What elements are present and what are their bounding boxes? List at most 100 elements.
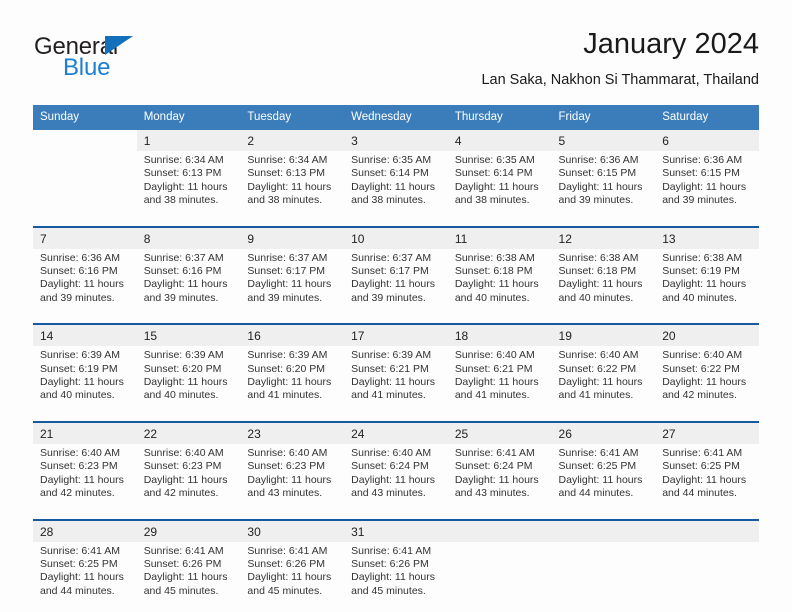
daynumber-cell[interactable]: 24 bbox=[344, 422, 448, 444]
daynumber-cell[interactable]: 11 bbox=[447, 227, 552, 249]
daylight-text-line1: Daylight: 11 hours bbox=[351, 571, 435, 584]
daylight-text-line2: and 40 minutes. bbox=[40, 389, 115, 402]
week-4-spacer bbox=[33, 502, 759, 519]
weekday-header-sunday: Sunday bbox=[33, 105, 137, 130]
daylight-text-line2: and 39 minutes. bbox=[40, 291, 115, 304]
daynumber-cell[interactable]: 21 bbox=[33, 422, 137, 444]
daynumber-cell[interactable]: 26 bbox=[551, 422, 656, 444]
daynumber-cell[interactable]: 23 bbox=[240, 422, 345, 444]
weekday-header-friday: Friday bbox=[551, 105, 656, 130]
daynumber-cell[interactable]: 17 bbox=[344, 325, 448, 347]
sunset-text: Sunset: 6:17 PM bbox=[247, 265, 326, 278]
daylight-text-line1: Daylight: 11 hours bbox=[40, 473, 124, 486]
day-detail-cell: Sunrise: 6:38 AM Sunset: 6:18 PM Dayligh… bbox=[551, 248, 656, 308]
daynumber-cell[interactable]: 25 bbox=[447, 422, 552, 444]
daynumber-cell bbox=[33, 130, 137, 151]
sunrise-text: Sunrise: 6:41 AM bbox=[662, 446, 743, 459]
daynumber-cell[interactable]: 4 bbox=[447, 130, 552, 151]
week-2-daynumber-row: 7 8 9 10 11 12 13 bbox=[33, 227, 759, 249]
sunrise-text: Sunrise: 6:37 AM bbox=[247, 251, 328, 264]
daylight-text-line2: and 44 minutes. bbox=[40, 584, 115, 597]
daynumber-cell[interactable]: 12 bbox=[551, 227, 656, 249]
daylight-text-line1: Daylight: 11 hours bbox=[247, 473, 332, 486]
sunrise-text: Sunrise: 6:39 AM bbox=[143, 349, 224, 362]
daynumber-cell[interactable]: 6 bbox=[655, 130, 759, 151]
daynumber-cell[interactable]: 3 bbox=[344, 130, 448, 151]
day-detail-cell: Sunrise: 6:41 AM Sunset: 6:25 PM Dayligh… bbox=[551, 443, 656, 503]
daynumber-cell[interactable]: 15 bbox=[136, 325, 241, 347]
day-detail-cell: Sunrise: 6:40 AM Sunset: 6:24 PM Dayligh… bbox=[344, 443, 448, 503]
day-detail-cell: Sunrise: 6:37 AM Sunset: 6:17 PM Dayligh… bbox=[344, 248, 448, 308]
sunset-text: Sunset: 6:15 PM bbox=[558, 167, 637, 180]
daylight-text-line2: and 39 minutes. bbox=[247, 291, 323, 304]
daylight-text-line1: Daylight: 11 hours bbox=[454, 473, 539, 486]
daynumber-cell[interactable]: 18 bbox=[447, 325, 552, 347]
sunrise-text: Sunrise: 6:38 AM bbox=[662, 251, 743, 264]
daynumber-cell[interactable]: 29 bbox=[136, 520, 241, 542]
sunset-text: Sunset: 6:13 PM bbox=[143, 167, 222, 180]
daylight-text-line1: Daylight: 11 hours bbox=[143, 473, 228, 486]
generalblue-logo[interactable]: General Blue bbox=[33, 34, 233, 94]
sunset-text: Sunset: 6:23 PM bbox=[40, 460, 118, 473]
sunset-text: Sunset: 6:24 PM bbox=[351, 460, 429, 473]
daynumber-cell[interactable]: 22 bbox=[136, 422, 241, 444]
daynumber-cell[interactable]: 13 bbox=[655, 227, 759, 249]
daynumber-cell[interactable]: 2 bbox=[240, 130, 345, 151]
daylight-text-line2: and 41 minutes. bbox=[351, 389, 426, 402]
sunset-text: Sunset: 6:16 PM bbox=[143, 265, 222, 278]
week-3-daynumber-row: 14 15 16 17 18 19 20 bbox=[33, 325, 759, 347]
daynumber-cell[interactable]: 19 bbox=[551, 325, 656, 347]
sunrise-text: Sunrise: 6:40 AM bbox=[662, 349, 743, 362]
daynumber-cell[interactable]: 16 bbox=[240, 325, 345, 347]
week-5-daynumber-row: 28 29 30 31 bbox=[33, 520, 759, 542]
day-detail-cell: Sunrise: 6:36 AM Sunset: 6:16 PM Dayligh… bbox=[33, 248, 137, 308]
daynumber-cell[interactable]: 10 bbox=[344, 227, 448, 249]
daylight-text-line1: Daylight: 11 hours bbox=[558, 473, 643, 486]
daynumber-cell[interactable]: 9 bbox=[240, 227, 345, 249]
daynumber-cell[interactable]: 14 bbox=[33, 325, 137, 347]
daylight-text-line1: Daylight: 11 hours bbox=[247, 376, 332, 389]
week-2-spacer bbox=[33, 307, 759, 324]
daylight-text-line2: and 42 minutes. bbox=[662, 389, 737, 402]
sunset-text: Sunset: 6:21 PM bbox=[351, 362, 429, 375]
daynumber-cell[interactable]: 27 bbox=[655, 422, 759, 444]
sunrise-text: Sunrise: 6:35 AM bbox=[351, 154, 432, 166]
sunset-text: Sunset: 6:16 PM bbox=[40, 265, 118, 278]
daynumber-cell[interactable]: 7 bbox=[33, 227, 137, 249]
daynumber-cell[interactable]: 20 bbox=[655, 325, 759, 347]
daynumber-cell[interactable]: 5 bbox=[551, 130, 656, 151]
sunset-text: Sunset: 6:25 PM bbox=[558, 460, 637, 473]
sunrise-text: Sunrise: 6:41 AM bbox=[351, 544, 432, 557]
day-detail-cell: Sunrise: 6:39 AM Sunset: 6:20 PM Dayligh… bbox=[136, 346, 241, 405]
day-detail-cell: Sunrise: 6:36 AM Sunset: 6:15 PM Dayligh… bbox=[655, 151, 759, 210]
page-title: January 2024 bbox=[583, 28, 759, 60]
sunset-text: Sunset: 6:15 PM bbox=[662, 167, 740, 180]
daylight-text-line2: and 38 minutes. bbox=[247, 194, 323, 207]
sunset-text: Sunset: 6:21 PM bbox=[454, 362, 533, 375]
day-detail-cell: Sunrise: 6:37 AM Sunset: 6:17 PM Dayligh… bbox=[240, 248, 345, 308]
daylight-text-line1: Daylight: 11 hours bbox=[558, 278, 643, 291]
sunset-text: Sunset: 6:24 PM bbox=[454, 460, 533, 473]
sunrise-text: Sunrise: 6:40 AM bbox=[40, 446, 120, 459]
sunset-text: Sunset: 6:13 PM bbox=[247, 167, 326, 180]
daylight-text-line1: Daylight: 11 hours bbox=[662, 278, 747, 291]
daylight-text-line2: and 43 minutes. bbox=[351, 487, 426, 500]
daynumber-cell[interactable]: 31 bbox=[344, 520, 448, 542]
day-detail-cell bbox=[655, 541, 759, 601]
calendar-body: 1 2 3 4 5 6 Sunrise: 6:34 AM Sunset: 6:1… bbox=[33, 130, 759, 601]
daynumber-cell[interactable]: 28 bbox=[33, 520, 137, 542]
daynumber-cell[interactable]: 30 bbox=[240, 520, 345, 542]
day-detail-cell: Sunrise: 6:40 AM Sunset: 6:23 PM Dayligh… bbox=[136, 443, 241, 503]
daylight-text-line2: and 40 minutes. bbox=[454, 291, 530, 304]
weekday-header-tuesday: Tuesday bbox=[240, 105, 345, 130]
weekday-header-wednesday: Wednesday bbox=[344, 105, 448, 130]
daynumber-cell[interactable]: 8 bbox=[136, 227, 241, 249]
day-detail-cell: Sunrise: 6:35 AM Sunset: 6:14 PM Dayligh… bbox=[344, 151, 448, 210]
sunrise-text: Sunrise: 6:40 AM bbox=[558, 349, 639, 362]
daylight-text-line2: and 40 minutes. bbox=[143, 389, 219, 402]
day-detail-cell: Sunrise: 6:38 AM Sunset: 6:18 PM Dayligh… bbox=[447, 248, 552, 308]
day-detail-cell: Sunrise: 6:34 AM Sunset: 6:13 PM Dayligh… bbox=[136, 151, 241, 210]
sunrise-text: Sunrise: 6:41 AM bbox=[40, 544, 120, 557]
sunrise-sunset-calendar-table: Sunday Monday Tuesday Wednesday Thursday… bbox=[33, 105, 759, 601]
daynumber-cell[interactable]: 1 bbox=[136, 130, 241, 151]
